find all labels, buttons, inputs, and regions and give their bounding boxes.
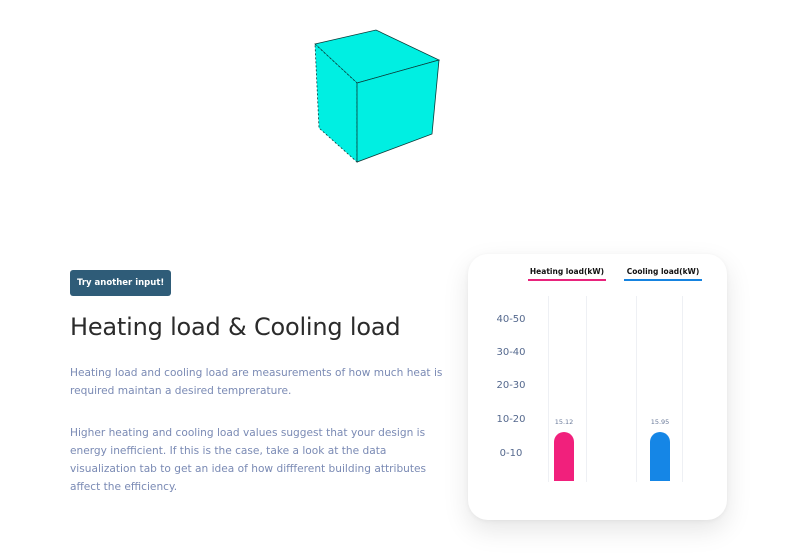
- heating-value-label: 15.12: [554, 418, 574, 426]
- grid-line: [682, 296, 683, 482]
- load-chart-card: Heating load(kW) Cooling load(kW) 40-50 …: [468, 254, 727, 520]
- description-paragraph-1: Heating load and cooling load are measur…: [70, 367, 443, 397]
- y-tick-label: 20-30: [496, 380, 526, 391]
- y-tick-label: 40-50: [496, 314, 526, 325]
- grid-line: [586, 296, 587, 482]
- y-tick-label: 30-40: [496, 347, 526, 358]
- cooling-value-label: 15.95: [650, 418, 670, 426]
- grid-line: [636, 296, 637, 482]
- heating-load-bar: [554, 432, 574, 481]
- legend-heating-load: Heating load(kW): [528, 267, 606, 281]
- try-another-input-button[interactable]: Try another input!: [70, 270, 172, 296]
- building-model-view[interactable]: [313, 28, 441, 164]
- cube-icon: [314, 29, 441, 163]
- y-tick-label: 10-20: [496, 414, 526, 425]
- cooling-load-bar: [650, 432, 670, 481]
- grid-line: [548, 296, 549, 482]
- y-tick-label: 0-10: [499, 448, 523, 459]
- description-paragraph-2: Higher heating and cooling load values s…: [70, 427, 427, 493]
- legend-cooling-load: Cooling load(kW): [624, 267, 702, 281]
- page-title: Heating load & Cooling load: [70, 313, 401, 341]
